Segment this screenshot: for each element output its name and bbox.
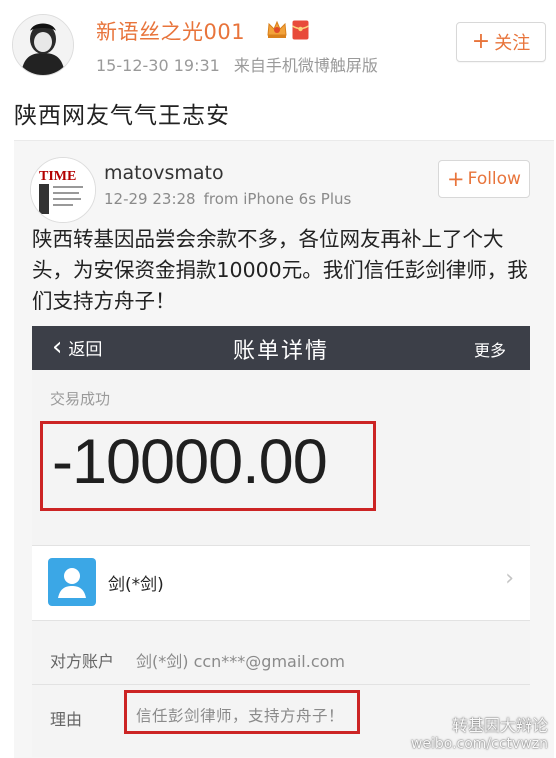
payee-name: 剑(*剑) [108,575,164,595]
chevron-right-icon: › [505,566,514,591]
repost-source: from iPhone 6s Plus [203,190,352,208]
payment-navbar: ‹ 返回 账单详情 更多 [32,326,530,370]
watermark-line1: 转基因大辩论 [451,716,548,735]
user-avatar-icon [13,15,73,75]
reason-label: 理由 [50,710,83,729]
divider [32,684,530,685]
repost-username[interactable]: matovsmato [104,162,224,184]
reason-value: 信任彭剑律师，支持方舟子！ [136,707,345,725]
svg-text:TIME: TIME [39,169,76,184]
more-button[interactable]: 更多 [474,337,506,361]
post-source: 来自手机微博触屏版 [233,56,378,75]
user-avatar-icon: TIME [31,158,95,222]
account-value: 剑(*剑) ccn***@gmail.com [136,652,346,671]
page-title: 账单详情 [232,339,329,364]
repost-time: 12-29 23:28 [104,190,196,208]
repost-avatar[interactable]: TIME [30,157,96,223]
payee-row[interactable]: 剑(*剑) › [32,545,530,621]
post-time: 15-12-30 19:31 [96,56,220,75]
follow-label: 关注 [494,33,531,54]
avatar[interactable] [12,14,74,76]
transaction-amount: -10000.00 [52,427,328,497]
username[interactable]: 新语丝之光001 [96,16,245,46]
follow-label: Follow [467,169,521,189]
transaction-status: 交易成功 [50,390,111,408]
post-text: 陕西网友气气王志安 [14,103,230,129]
repost-follow-button[interactable]: + Follow [438,160,530,198]
red-envelope-icon [292,20,309,40]
post-meta: 15-12-30 19:31 来自手机微博触屏版 [96,52,378,76]
watermark-line2: weibo.com/cctvwzn [410,736,548,752]
watermark: 转基因大辩论 weibo.com/cctvwzn [411,712,548,752]
plus-icon: + [447,166,465,191]
follow-button[interactable]: + 关注 [456,22,546,62]
crown-icon [266,19,288,39]
repost-meta: 12-29 23:28 from iPhone 6s Plus [104,190,351,208]
repost-text: 陕西转基因品尝会余款不多，各位网友再补上了个大头，为安保资金捐款10000元。我… [32,227,528,313]
account-label: 对方账户 [50,652,115,671]
person-icon [48,558,96,606]
plus-icon: + [471,29,491,54]
